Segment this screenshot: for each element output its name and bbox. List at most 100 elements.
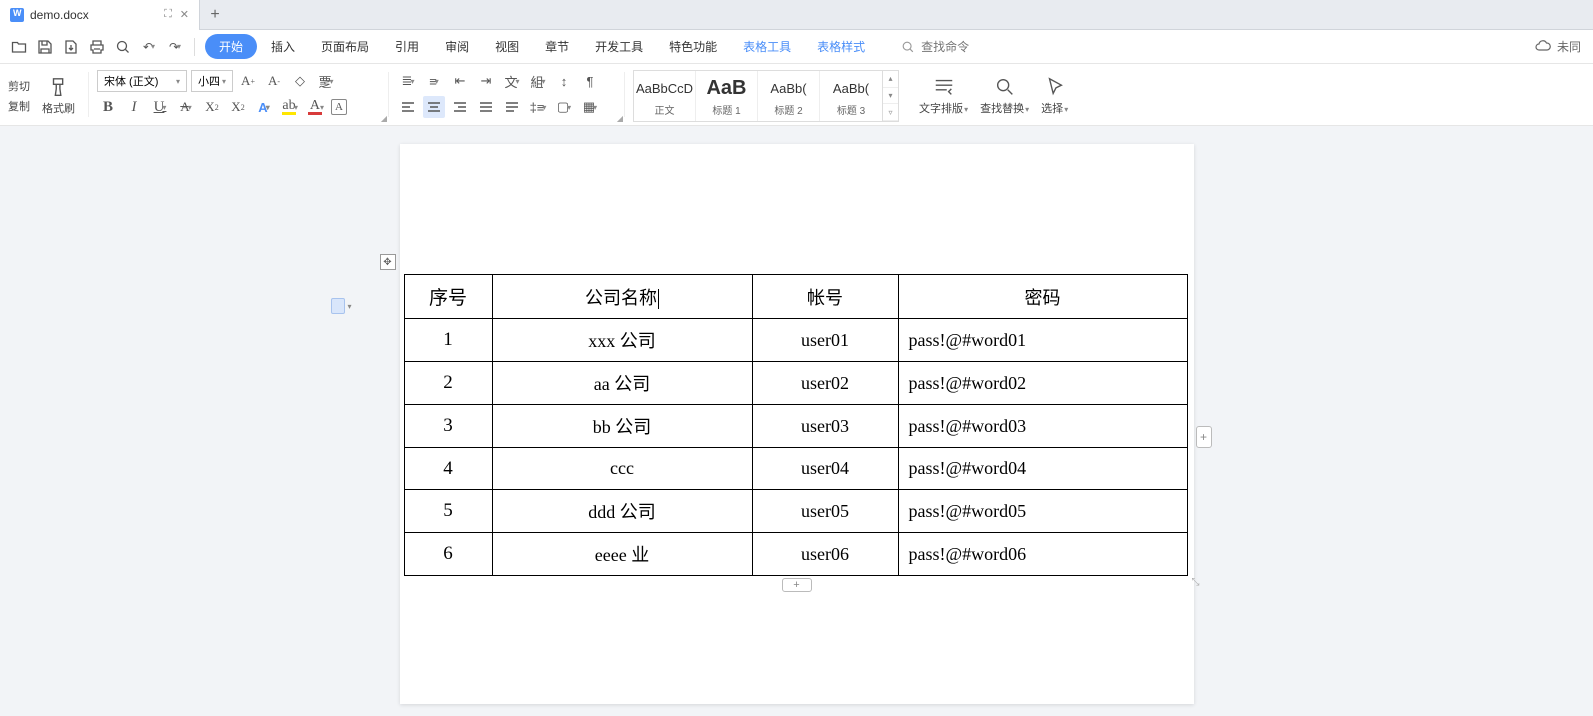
header-name[interactable]: 公司名称 <box>492 275 752 319</box>
cell-pass[interactable]: pass!@#word05 <box>898 490 1187 533</box>
cell-pass[interactable]: pass!@#word02 <box>898 362 1187 405</box>
table-row[interactable]: 1xxx 公司user01pass!@#word01 <box>404 319 1187 362</box>
document-area[interactable]: ▾ ✥ 序号 公司名称 帐号 密码 1xxx 公司user01pass!@#wo… <box>0 126 1593 716</box>
bold-button[interactable]: B <box>97 96 119 118</box>
grow-font-button[interactable]: A+ <box>237 70 259 92</box>
data-table[interactable]: 序号 公司名称 帐号 密码 1xxx 公司user01pass!@#word01… <box>404 274 1188 576</box>
style-scroll-more[interactable]: ▿ <box>883 104 898 121</box>
cell-acct[interactable]: user02 <box>752 362 898 405</box>
present-icon[interactable]: ⛶ <box>164 8 172 21</box>
clear-format-button[interactable]: ◇ <box>289 70 311 92</box>
sort-button[interactable]: ↕ <box>553 70 575 92</box>
menu-tab-3[interactable]: 引用 <box>383 33 431 60</box>
table-row[interactable]: 3bb 公司user03pass!@#word03 <box>404 405 1187 448</box>
cell-num[interactable]: 3 <box>404 405 492 448</box>
cell-num[interactable]: 6 <box>404 533 492 576</box>
font-color-button[interactable]: A▾ <box>305 96 327 118</box>
cell-name[interactable]: bb 公司 <box>492 405 752 448</box>
cell-acct[interactable]: user03 <box>752 405 898 448</box>
outdent-button[interactable]: ⇤ <box>449 70 471 92</box>
cell-pass[interactable]: pass!@#word04 <box>898 448 1187 490</box>
style-item-0[interactable]: AaBbCcD正文 <box>634 71 696 121</box>
redo-icon[interactable]: ↷▾ <box>166 38 184 56</box>
font-size-combo[interactable]: 小四▾ <box>191 70 233 92</box>
save-icon[interactable] <box>36 38 54 56</box>
show-marks-button[interactable]: ¶ <box>579 70 601 92</box>
paragraph-dialog-launcher[interactable]: ◢ <box>617 114 623 123</box>
line-spacing-button[interactable]: ‡≡▾ <box>527 96 549 118</box>
asian-layout-button[interactable]: 文▾ <box>501 70 523 92</box>
align-left-button[interactable] <box>397 96 419 118</box>
borders-button[interactable]: ▦▾ <box>579 96 601 118</box>
table-move-handle[interactable]: ✥ <box>380 254 396 270</box>
menu-tab-4[interactable]: 审阅 <box>433 33 481 60</box>
print-preview-icon[interactable] <box>114 38 132 56</box>
table-row[interactable]: 6eeee 业user06pass!@#word06 <box>404 533 1187 576</box>
strike-button[interactable]: A▾ <box>175 96 197 118</box>
menu-tab-0[interactable]: 开始 <box>205 34 257 59</box>
table-row[interactable]: 4cccuser04pass!@#word04 <box>404 448 1187 490</box>
cell-name[interactable]: ddd 公司 <box>492 490 752 533</box>
header-pass[interactable]: 密码 <box>898 275 1187 319</box>
print-icon[interactable] <box>88 38 106 56</box>
paragraph-anchor-button[interactable]: ▾ <box>330 296 354 316</box>
command-search[interactable] <box>901 40 1021 54</box>
style-gallery[interactable]: AaBbCcD正文AaB标题 1AaBb(标题 2AaBb(标题 3 <box>633 70 883 122</box>
style-item-1[interactable]: AaB标题 1 <box>696 71 758 121</box>
cell-name[interactable]: eeee 业 <box>492 533 752 576</box>
table-header-row[interactable]: 序号 公司名称 帐号 密码 <box>404 275 1187 319</box>
cell-acct[interactable]: user01 <box>752 319 898 362</box>
align-center-button[interactable] <box>423 96 445 118</box>
subscript-button[interactable]: X2 <box>227 96 249 118</box>
cell-acct[interactable]: user04 <box>752 448 898 490</box>
menu-tab-9[interactable]: 表格工具 <box>731 33 803 60</box>
style-item-2[interactable]: AaBb(标题 2 <box>758 71 820 121</box>
header-num[interactable]: 序号 <box>404 275 492 319</box>
cloud-sync-icon[interactable] <box>1535 39 1551 55</box>
cell-name[interactable]: aa 公司 <box>492 362 752 405</box>
copy-button[interactable]: 复制 <box>8 98 30 114</box>
indent-button[interactable]: ⇥ <box>475 70 497 92</box>
superscript-button[interactable]: X2 <box>201 96 223 118</box>
change-case-button[interactable]: 覂▾ <box>315 70 337 92</box>
highlight-button[interactable]: ab▾ <box>279 96 301 118</box>
header-acct[interactable]: 帐号 <box>752 275 898 319</box>
find-replace-button[interactable]: 查找替换 ▾ <box>974 68 1035 123</box>
cell-num[interactable]: 5 <box>404 490 492 533</box>
italic-button[interactable]: I <box>123 96 145 118</box>
table-resize-handle[interactable] <box>1192 574 1204 586</box>
cell-pass[interactable]: pass!@#word03 <box>898 405 1187 448</box>
cell-num[interactable]: 1 <box>404 319 492 362</box>
cell-num[interactable]: 4 <box>404 448 492 490</box>
menu-tab-10[interactable]: 表格样式 <box>805 33 877 60</box>
menu-tab-2[interactable]: 页面布局 <box>309 33 381 60</box>
text-effect-button[interactable]: A▾ <box>253 96 275 118</box>
cell-acct[interactable]: user05 <box>752 490 898 533</box>
menu-tab-7[interactable]: 开发工具 <box>583 33 655 60</box>
underline-button[interactable]: U▾ <box>149 96 171 118</box>
font-dialog-launcher[interactable]: ◢ <box>381 114 387 123</box>
cell-name[interactable]: ccc <box>492 448 752 490</box>
menu-tab-6[interactable]: 章节 <box>533 33 581 60</box>
add-column-handle[interactable]: + <box>1196 426 1212 448</box>
cell-name[interactable]: xxx 公司 <box>492 319 752 362</box>
style-scroll-up[interactable]: ▴ <box>883 71 898 88</box>
close-tab-icon[interactable]: ✕ <box>180 8 189 21</box>
align-justify-button[interactable] <box>475 96 497 118</box>
undo-icon[interactable]: ↶▾ <box>140 38 158 56</box>
align-right-button[interactable] <box>449 96 471 118</box>
numbering-button[interactable]: ≡▾ <box>423 70 445 92</box>
select-button[interactable]: 选择 ▾ <box>1035 68 1074 123</box>
new-tab-button[interactable]: + <box>200 6 230 24</box>
style-gallery-scroll[interactable]: ▴ ▾ ▿ <box>883 70 899 122</box>
command-search-input[interactable] <box>921 40 1021 54</box>
table-row[interactable]: 5ddd 公司user05pass!@#word05 <box>404 490 1187 533</box>
cell-pass[interactable]: pass!@#word06 <box>898 533 1187 576</box>
font-family-combo[interactable]: 宋体 (正文)▾ <box>97 70 187 92</box>
format-painter-button[interactable]: 格式刷 <box>36 68 81 123</box>
bullets-button[interactable]: ≣▾ <box>397 70 419 92</box>
cut-button[interactable]: 剪切 <box>8 78 30 94</box>
style-scroll-down[interactable]: ▾ <box>883 88 898 105</box>
align-distributed-button[interactable] <box>501 96 523 118</box>
table-row[interactable]: 2aa 公司user02pass!@#word02 <box>404 362 1187 405</box>
